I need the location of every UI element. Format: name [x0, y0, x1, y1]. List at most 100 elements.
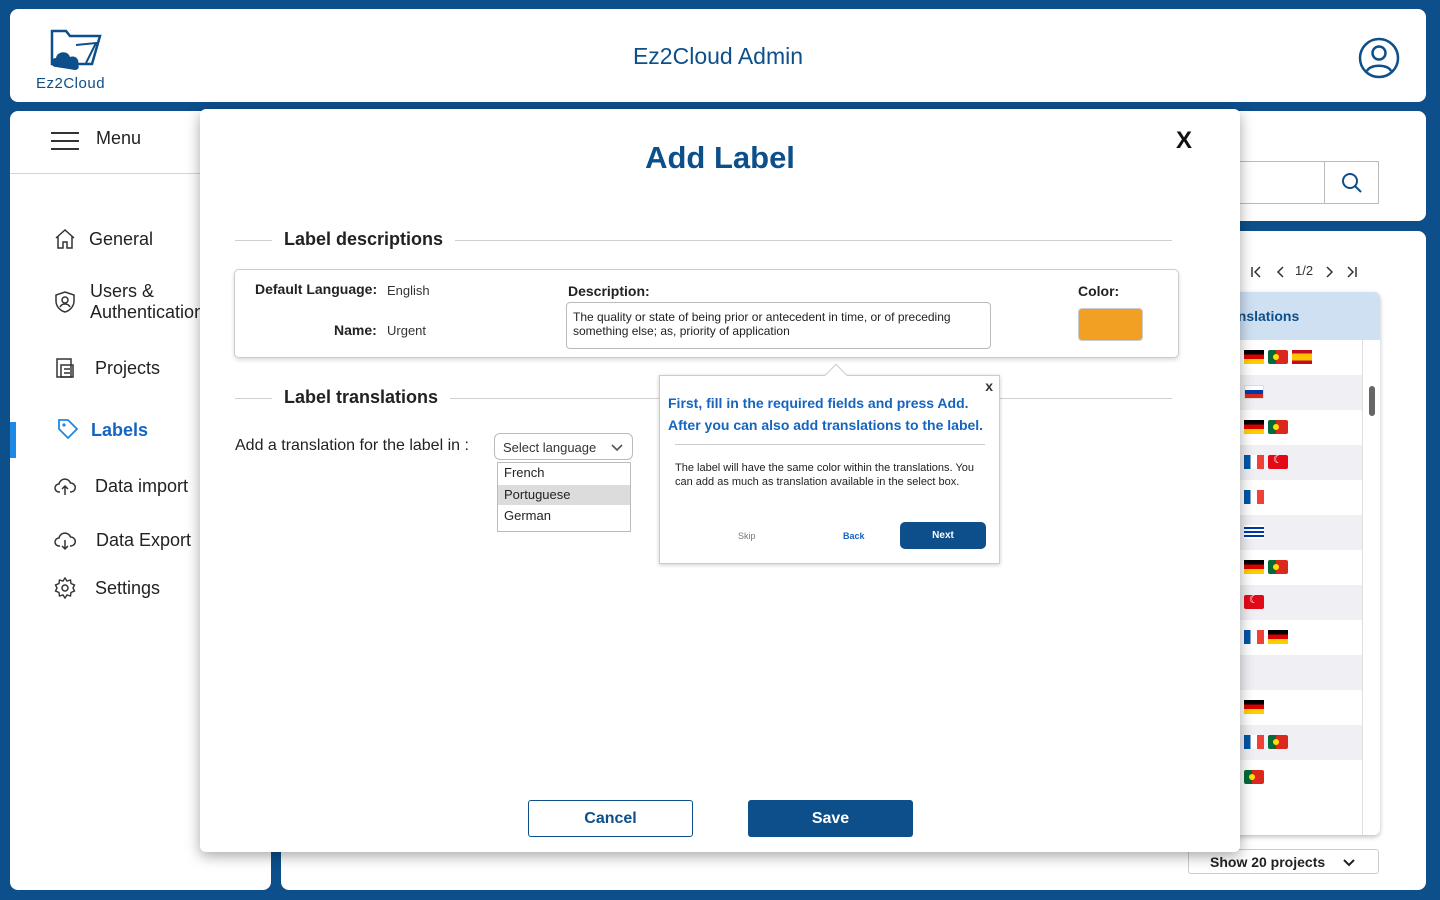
- sidebar-item-label: Data import: [95, 476, 189, 496]
- last-page-icon[interactable]: [1344, 265, 1358, 279]
- app-header: Ez2Cloud Ez2Cloud Admin: [10, 9, 1426, 102]
- portugal-flag-icon: [1268, 735, 1288, 749]
- sidebar-item-label: Data Export: [96, 530, 192, 550]
- cloud-download-icon: [54, 532, 76, 551]
- tag-icon: [58, 419, 79, 440]
- portugal-flag-icon: [1244, 770, 1264, 784]
- language-option-portuguese[interactable]: Portuguese: [498, 485, 630, 505]
- prev-page-icon[interactable]: [1274, 265, 1288, 279]
- turkey-flag-icon: [1244, 595, 1264, 609]
- germany-flag-icon: [1244, 420, 1264, 434]
- language-option-german[interactable]: German: [498, 506, 630, 526]
- tooltip-next-button[interactable]: Next: [900, 522, 986, 549]
- shield-user-icon: [55, 291, 75, 313]
- pagination: 1/2: [1250, 262, 1360, 282]
- user-account-icon[interactable]: [1358, 37, 1400, 79]
- onboarding-tooltip: x First, fill in the required fields and…: [659, 363, 1000, 564]
- tooltip-divider: [675, 444, 985, 445]
- home-icon: [55, 228, 75, 249]
- sidebar-item-label: General: [89, 229, 154, 249]
- tooltip-heading-line2: After you can also add translations to t…: [668, 417, 984, 433]
- search-icon: [1341, 172, 1362, 193]
- page-indicator: 1/2: [1295, 263, 1314, 278]
- sidebar-item-label: Labels: [91, 420, 149, 440]
- label-translations-heading: Label translations: [272, 387, 451, 408]
- tooltip-arrow: [824, 363, 848, 387]
- description-field[interactable]: The quality or state of being prior or a…: [566, 302, 991, 349]
- modal-title: Add Label: [645, 140, 795, 175]
- sidebar-item-label: Users &: [90, 281, 155, 301]
- app-title: Ez2Cloud Admin: [632, 43, 804, 69]
- table-row[interactable]: [1230, 620, 1362, 655]
- scrollbar-thumb[interactable]: [1369, 386, 1375, 416]
- table-row[interactable]: [1230, 585, 1362, 620]
- sidebar-item-label-line2: Authentication: [90, 302, 205, 322]
- language-dropdown-list: French Portuguese German: [497, 462, 631, 532]
- hamburger-icon[interactable]: [51, 131, 79, 151]
- france-flag-icon: [1244, 455, 1264, 469]
- tooltip-skip-button[interactable]: Skip: [738, 531, 756, 541]
- table-row[interactable]: [1230, 515, 1362, 550]
- portugal-flag-icon: [1268, 560, 1288, 574]
- label-descriptions-heading: Label descriptions: [272, 229, 456, 250]
- default-language-value: English: [387, 283, 430, 298]
- table-row[interactable]: [1230, 655, 1362, 690]
- color-picker[interactable]: [1078, 308, 1143, 341]
- search-button[interactable]: [1324, 161, 1379, 204]
- name-value: Urgent: [387, 323, 427, 338]
- color-label: Color:: [1078, 283, 1120, 299]
- table-row[interactable]: [1230, 550, 1362, 585]
- table-row[interactable]: [1230, 375, 1362, 410]
- tooltip-back-button[interactable]: Back: [843, 531, 865, 541]
- turkey-flag-icon: [1268, 455, 1288, 469]
- portugal-flag-icon: [1268, 420, 1288, 434]
- germany-flag-icon: [1244, 560, 1264, 574]
- label-description-card: Default Language: English Name: Urgent D…: [234, 269, 1179, 358]
- table-row[interactable]: [1230, 445, 1362, 480]
- table-header-translations: anslations: [1230, 308, 1300, 324]
- search-input[interactable]: [1230, 161, 1324, 204]
- name-label: Name:: [334, 322, 377, 338]
- france-flag-icon: [1244, 630, 1264, 644]
- table-row[interactable]: [1230, 725, 1362, 760]
- table-row[interactable]: [1230, 690, 1362, 725]
- page-size-select[interactable]: Show 20 projects: [1188, 849, 1379, 874]
- menu-label: Menu: [96, 128, 142, 148]
- tooltip-body: The label will have the same color withi…: [675, 462, 975, 488]
- tooltip-heading-line1: First, fill in the required fields and p…: [668, 395, 969, 411]
- language-select-placeholder: Select language: [503, 440, 597, 455]
- add-label-modal: X Add Label Label descriptions Default L…: [200, 109, 1240, 852]
- gear-icon: [54, 576, 76, 600]
- table-row[interactable]: [1230, 480, 1362, 515]
- cancel-button[interactable]: Cancel: [528, 800, 693, 837]
- germany-flag-icon: [1244, 700, 1264, 714]
- france-flag-icon: [1244, 735, 1264, 749]
- next-page-icon[interactable]: [1322, 265, 1336, 279]
- description-label: Description:: [568, 283, 650, 299]
- sidebar-item-label: Projects: [95, 358, 161, 378]
- active-indicator: [10, 422, 16, 458]
- chevron-down-icon: [611, 444, 623, 452]
- table-row[interactable]: [1230, 340, 1362, 375]
- table-header: anslations: [1230, 292, 1380, 340]
- projects-icon: [56, 358, 74, 378]
- table-row[interactable]: [1230, 410, 1362, 445]
- logo-text: Ez2Cloud: [36, 75, 106, 92]
- cloud-upload-icon: [54, 478, 76, 495]
- search-panel: [1230, 111, 1426, 221]
- chevron-down-icon: [1343, 859, 1355, 867]
- germany-flag-icon: [1244, 350, 1264, 364]
- save-button[interactable]: Save: [748, 800, 913, 837]
- labels-table: anslations: [1230, 292, 1380, 835]
- russia-flag-icon: [1244, 385, 1264, 399]
- page-size-value: Show 20 projects: [1210, 854, 1326, 870]
- translation-prompt: Add a translation for the label in :: [235, 437, 469, 454]
- first-page-icon[interactable]: [1250, 265, 1264, 279]
- table-row[interactable]: [1230, 760, 1362, 795]
- default-language-label: Default Language:: [255, 281, 378, 297]
- language-select[interactable]: Select language: [494, 433, 633, 460]
- france-flag-icon: [1244, 490, 1264, 504]
- language-option-french[interactable]: French: [498, 463, 630, 483]
- scrollbar[interactable]: [1362, 340, 1380, 835]
- tooltip-heading: First, fill in the required fields and p…: [668, 392, 993, 436]
